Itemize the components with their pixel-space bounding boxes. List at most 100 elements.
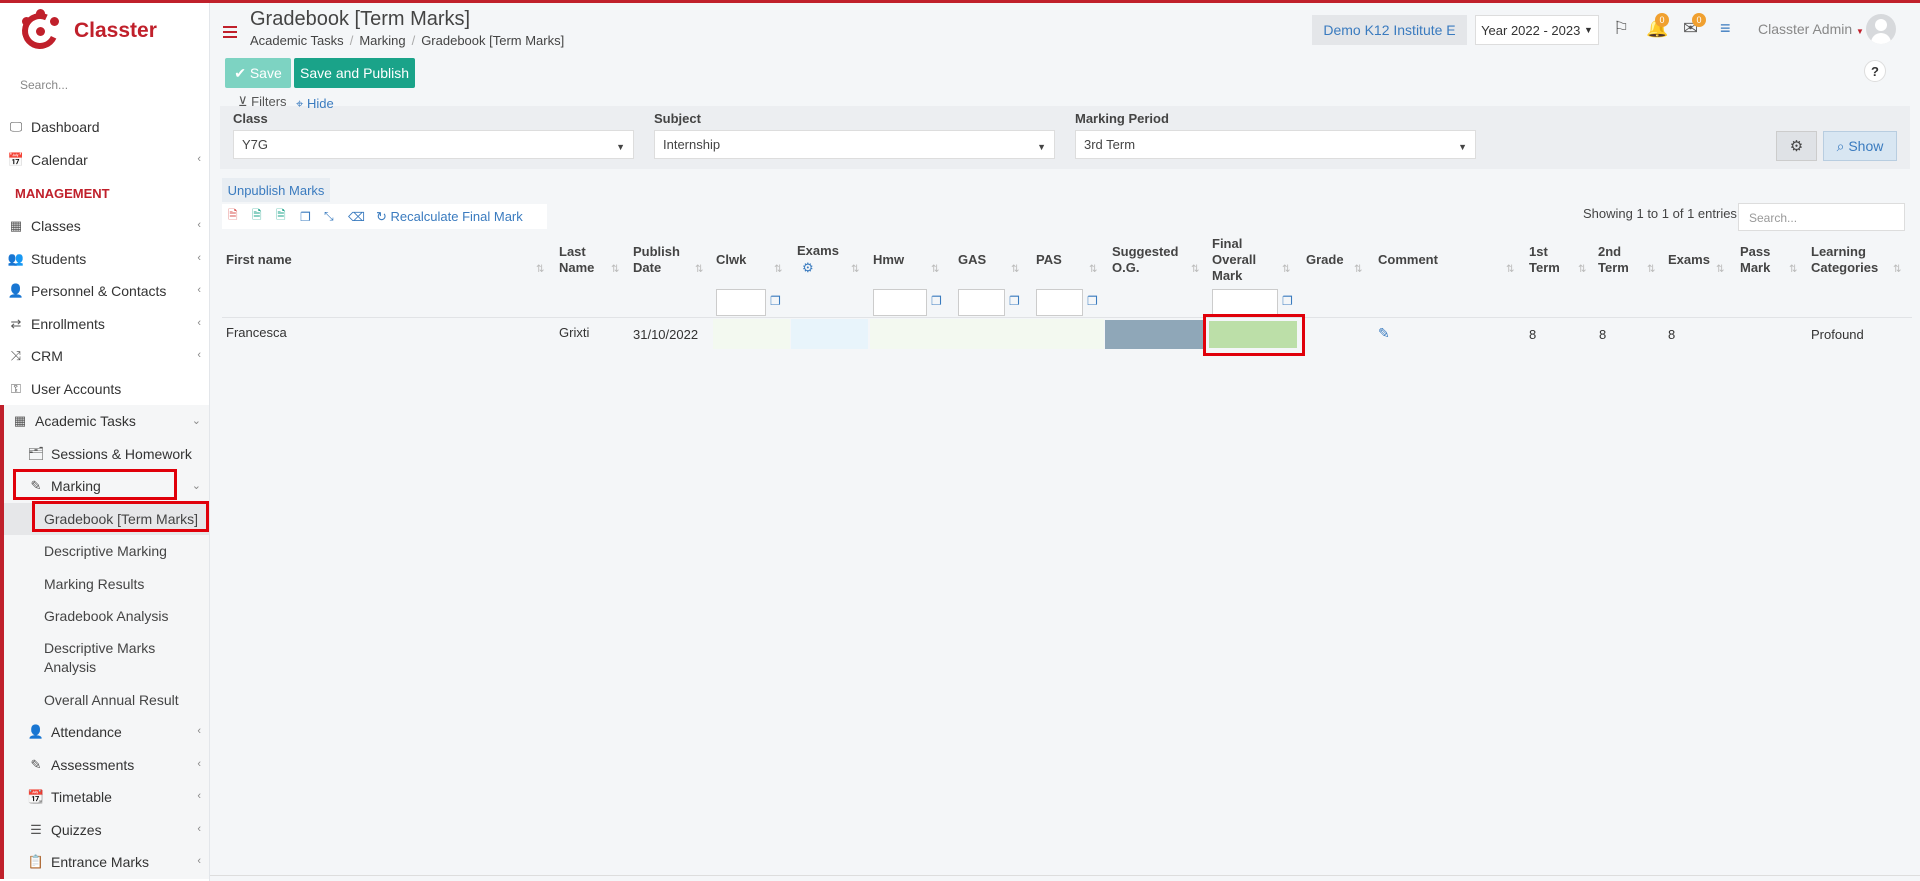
col-1st-term[interactable]: 1st Term — [1529, 244, 1560, 276]
csv-export-icon[interactable]: 🗎 — [276, 206, 300, 227]
filters-toggle[interactable]: ⊻ Filters — [238, 94, 287, 110]
help-button[interactable]: ? — [1864, 60, 1886, 82]
sidebar-item-attendance[interactable]: 👤 Attendance ‹ — [4, 716, 209, 749]
gear-icon[interactable]: ⚙ — [802, 260, 814, 276]
sort-icon[interactable]: ⇅ — [931, 264, 939, 275]
sidebar-item-personnel[interactable]: 👤 Personnel & Contacts ‹ — [0, 275, 209, 308]
sort-icon[interactable]: ⇅ — [1011, 264, 1019, 275]
col-hmw[interactable]: Hmw — [873, 252, 904, 268]
sort-icon[interactable]: ⇅ — [1354, 264, 1362, 275]
sidebar-item-marking-results[interactable]: Marking Results — [4, 568, 209, 601]
brand[interactable]: Classter — [16, 7, 157, 55]
copy-down-icon[interactable]: ❐ — [770, 294, 781, 308]
comment-edit-icon[interactable]: ✎ — [1378, 325, 1390, 342]
subject-select[interactable]: Internship ▼ — [654, 130, 1055, 159]
copy-down-icon[interactable]: ❐ — [931, 294, 942, 308]
user-menu[interactable]: Classter Admin ▼ — [1758, 21, 1864, 37]
copy-down-icon[interactable]: ❐ — [1087, 294, 1098, 308]
unpublish-marks-tab[interactable]: Unpublish Marks — [222, 178, 330, 202]
sort-icon[interactable]: ⇅ — [1716, 264, 1724, 275]
copy-down-icon[interactable]: ❐ — [1009, 294, 1020, 308]
sidebar-item-timetable[interactable]: 📆 Timetable ‹ — [4, 781, 209, 814]
sort-icon[interactable]: ⇅ — [536, 264, 544, 275]
excel-export-icon[interactable]: 🗎 — [252, 206, 276, 227]
cell-clwk-input[interactable] — [713, 319, 790, 349]
sidebar-item-students[interactable]: 👥 Students ‹ — [0, 243, 209, 276]
eraser-icon[interactable]: ⌫ — [348, 210, 372, 224]
sidebar-item-overall-annual-result[interactable]: Overall Annual Result — [4, 684, 209, 717]
sort-icon[interactable]: ⇅ — [1789, 264, 1797, 275]
sort-icon[interactable]: ⇅ — [1578, 264, 1586, 275]
sort-icon[interactable]: ⇅ — [1893, 264, 1901, 275]
save-button[interactable]: ✔ Save — [225, 58, 291, 88]
col-first-name[interactable]: First name — [226, 252, 292, 268]
col-gas[interactable]: GAS — [958, 252, 986, 268]
recalculate-final-mark-button[interactable]: ↻ Recalculate Final Mark — [376, 209, 523, 225]
sidebar-item-descriptive-marking[interactable]: Descriptive Marking — [4, 535, 209, 568]
col-final-overall-mark[interactable]: Final Overall Mark — [1212, 236, 1256, 284]
sidebar-item-descriptive-marks-analysis[interactable]: Descriptive Marks Analysis — [4, 633, 209, 684]
cell-hmw-input[interactable] — [870, 319, 1104, 349]
copy-icon[interactable]: ❐ — [300, 210, 324, 224]
col-pass-mark[interactable]: Pass Mark — [1740, 244, 1770, 276]
col-pas[interactable]: PAS — [1036, 252, 1062, 268]
compress-icon[interactable]: ⤡ — [324, 209, 348, 224]
sidebar-item-entrance-marks[interactable]: 📋 Entrance Marks ‹ — [4, 846, 209, 879]
hide-filters-link[interactable]: ⌖ Hide — [296, 96, 334, 112]
year-selector[interactable]: Year 2022 - 2023 ▼ — [1475, 15, 1599, 45]
sidebar-item-dashboard[interactable]: 🖵 Dashboard — [0, 111, 209, 144]
sort-icon[interactable]: ⇅ — [1089, 264, 1097, 275]
sidebar-item-gradebook-analysis[interactable]: Gradebook Analysis — [4, 600, 209, 633]
avatar[interactable] — [1866, 14, 1896, 44]
pas-fill-input[interactable] — [1036, 289, 1083, 316]
sidebar-item-quizzes[interactable]: ☰ Quizzes ‹ — [4, 814, 209, 847]
sidebar-item-assessments[interactable]: ✎ Assessments ‹ — [4, 749, 209, 782]
cell-exams-input[interactable] — [791, 319, 868, 349]
hmw-fill-input[interactable] — [873, 289, 927, 316]
sidebar-item-enrollments[interactable]: ⇄ Enrollments ‹ — [0, 308, 209, 341]
sort-icon[interactable]: ⇅ — [1647, 264, 1655, 275]
sidebar-item-calendar[interactable]: 📅 Calendar ‹ — [0, 144, 209, 177]
sort-icon[interactable]: ⇅ — [774, 264, 782, 275]
sidebar-item-academic-tasks[interactable]: ▦ Academic Tasks ⌄ — [4, 405, 209, 438]
table-search-input[interactable]: Search... — [1738, 203, 1905, 231]
sidebar-search-input[interactable]: Search... — [20, 78, 68, 92]
settings-button[interactable]: ⚙ — [1776, 131, 1817, 161]
sidebar-item-sessions-homework[interactable]: 🗂 Sessions & Homework — [4, 438, 209, 471]
breadcrumb-academic-tasks[interactable]: Academic Tasks — [250, 33, 344, 48]
show-button[interactable]: ⌕ Show — [1823, 131, 1897, 161]
sort-icon[interactable]: ⇅ — [1191, 264, 1199, 275]
marking-period-select[interactable]: 3rd Term ▼ — [1075, 130, 1476, 159]
sidebar-item-classes[interactable]: ▦ Classes ‹ — [0, 210, 209, 243]
institute-selector[interactable]: Demo K12 Institute E — [1312, 15, 1467, 45]
sort-icon[interactable]: ⇅ — [1282, 264, 1290, 275]
col-comment[interactable]: Comment — [1378, 252, 1438, 268]
col-publish-date[interactable]: Publish Date — [633, 244, 680, 276]
flag-icon[interactable]: ⚐ — [1613, 18, 1629, 39]
col-last-name[interactable]: Last Name — [559, 244, 594, 276]
sidebar-item-user-accounts[interactable]: ⚿ User Accounts — [0, 373, 209, 406]
col-exams[interactable]: Exams — [797, 243, 839, 259]
clwk-fill-input[interactable] — [716, 289, 766, 316]
pdf-export-icon[interactable]: 🗎 — [228, 206, 252, 227]
class-select[interactable]: Y7G ▼ — [233, 130, 634, 159]
col-grade[interactable]: Grade — [1306, 252, 1344, 268]
sort-icon[interactable]: ⇅ — [611, 264, 619, 275]
sort-icon[interactable]: ⇅ — [695, 264, 703, 275]
sidebar-item-crm[interactable]: ⤨ CRM ‹ — [0, 340, 209, 373]
save-and-publish-button[interactable]: Save and Publish — [294, 58, 415, 88]
gas-fill-input[interactable] — [958, 289, 1005, 316]
col-exams-2[interactable]: Exams — [1668, 252, 1710, 268]
col-clwk[interactable]: Clwk — [716, 252, 746, 268]
layers-icon[interactable]: ≡ — [1720, 18, 1731, 39]
sort-icon[interactable]: ⇅ — [851, 264, 859, 275]
breadcrumb-marking[interactable]: Marking — [359, 33, 405, 48]
sort-icon[interactable]: ⇅ — [1506, 264, 1514, 275]
final-mark-fill-input[interactable] — [1212, 289, 1278, 316]
hamburger-menu-icon[interactable] — [223, 26, 237, 41]
copy-down-icon[interactable]: ❐ — [1282, 294, 1293, 308]
col-learning-categories[interactable]: Learning Categories — [1811, 244, 1878, 276]
col-suggested-og[interactable]: Suggested O.G. — [1112, 244, 1178, 276]
col-2nd-term[interactable]: 2nd Term — [1598, 244, 1629, 276]
mail-badge: 0 — [1692, 13, 1706, 27]
